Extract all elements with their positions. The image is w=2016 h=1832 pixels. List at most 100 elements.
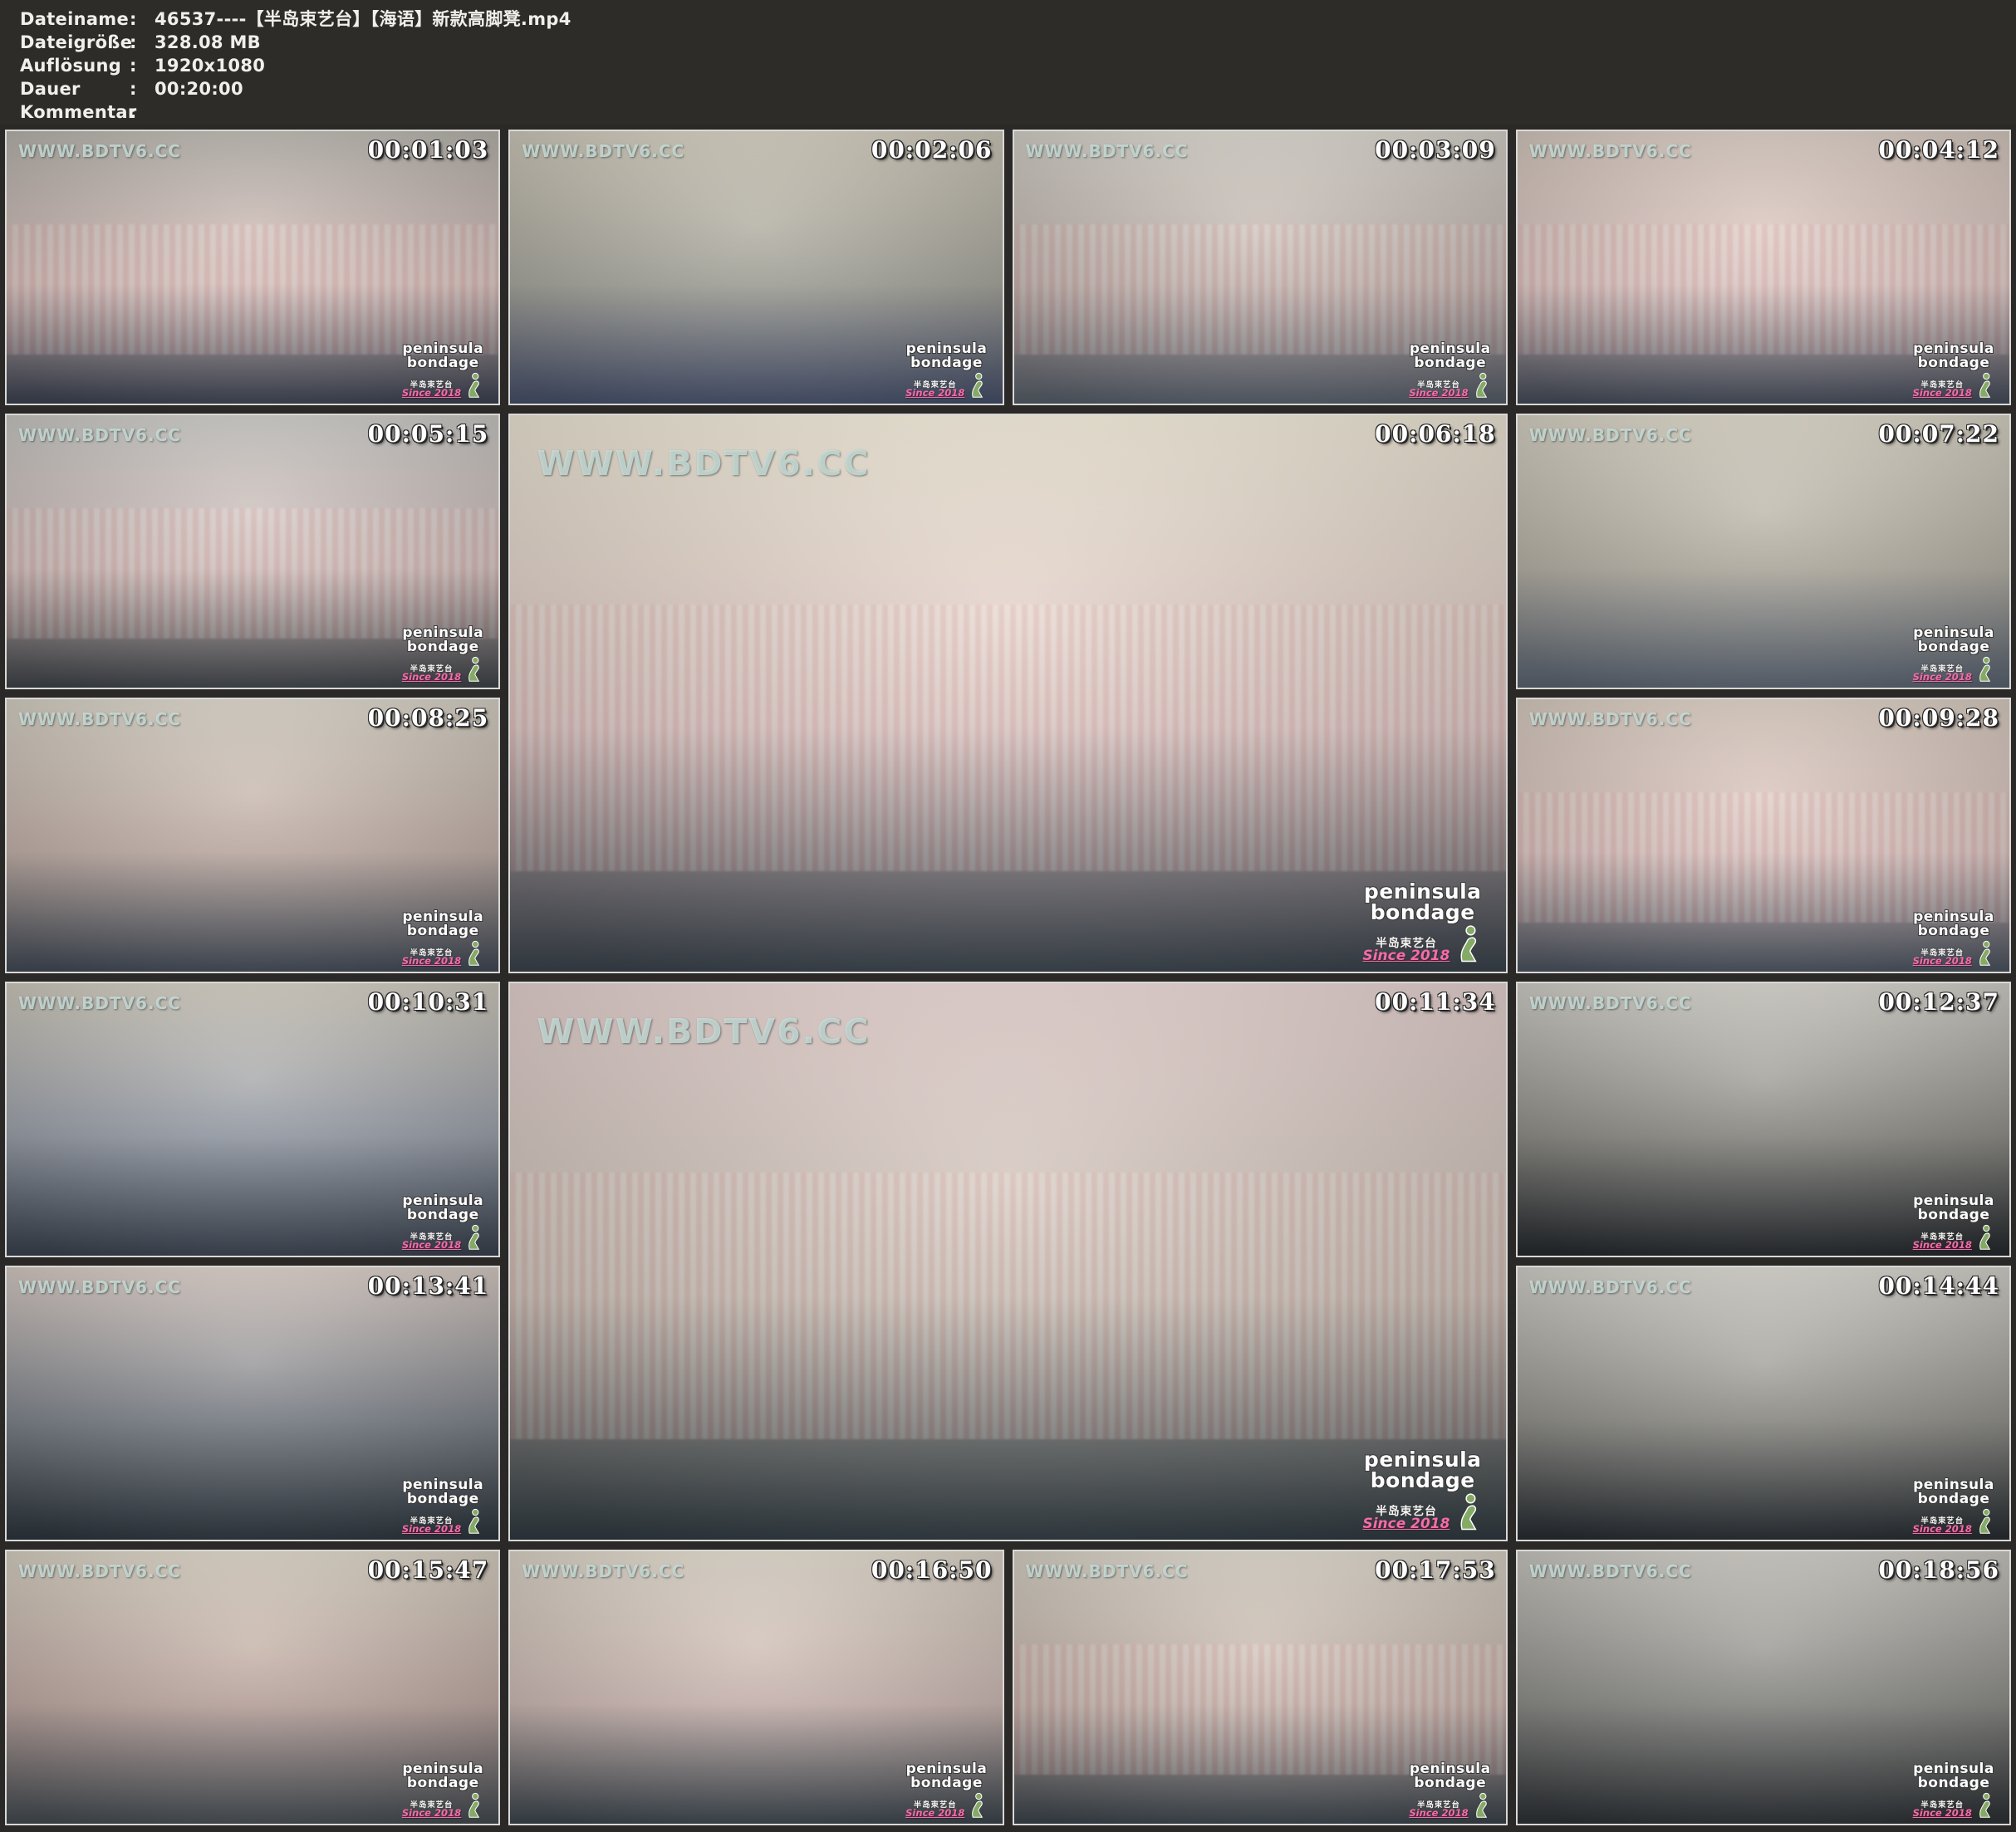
site-watermark-overlay: WWW.BDTV6.CC [522, 141, 684, 161]
brand-logo-since: Since 2018 [1913, 389, 1972, 399]
timestamp-overlay: 00:14:44 [1878, 1272, 1999, 1300]
brand-logo-line2: bondage [1905, 1492, 2003, 1506]
brand-logo-since: Since 2018 [1362, 1517, 1449, 1531]
brand-logo-overlay: peninsulabondage半岛束艺台Since 2018 [898, 342, 996, 399]
brand-logo-line1: peninsula [1350, 881, 1496, 903]
brand-logo-overlay: peninsulabondage半岛束艺台Since 2018 [1401, 342, 1499, 399]
kneeling-figure-icon [1974, 940, 1995, 967]
brand-logo-since: Since 2018 [1913, 1809, 1972, 1819]
site-watermark-overlay: WWW.BDTV6.CC [537, 443, 870, 483]
brand-logo-overlay: peninsulabondage半岛束艺台Since 2018 [1350, 1449, 1496, 1532]
timestamp-overlay: 00:13:41 [368, 1272, 489, 1300]
file-info-header: Dateiname:46537----【半岛束艺台】【海语】新款高脚凳.mp4 … [0, 0, 2016, 125]
kneeling-figure-icon [463, 1508, 484, 1535]
brand-logo-since: Since 2018 [402, 673, 461, 683]
kneeling-figure-icon [966, 1792, 988, 1819]
video-thumbnail: WWW.BDTV6.CC00:13:41peninsulabondage半岛束艺… [5, 1266, 500, 1541]
timestamp-overlay: 00:04:12 [1878, 136, 1999, 164]
timestamp-overlay: 00:18:56 [1878, 1556, 1999, 1584]
site-watermark-overlay: WWW.BDTV6.CC [1529, 1277, 1692, 1297]
brand-logo-line2: bondage [394, 924, 492, 938]
field-separator: : [130, 100, 155, 124]
timestamp-overlay: 00:09:28 [1878, 704, 1999, 732]
brand-logo-overlay: peninsulabondage半岛束艺台Since 2018 [394, 1762, 492, 1819]
brand-logo-since: Since 2018 [402, 1809, 461, 1819]
kneeling-figure-icon [1470, 372, 1492, 399]
brand-logo-overlay: peninsulabondage半岛束艺台Since 2018 [394, 342, 492, 399]
field-value: 1920x1080 [155, 54, 2016, 77]
brand-logo-line2: bondage [1905, 1208, 2003, 1222]
video-thumbnail: WWW.BDTV6.CC 00:18:56 peninsulabondage半岛束艺… [1516, 1550, 2011, 1825]
video-thumbnail: WWW.BDTV6.CC 00:02:06 peninsulabondage半岛束艺… [508, 130, 1003, 405]
field-label: Kommentar [20, 100, 130, 124]
video-thumbnail: WWW.BDTV6.CC00:15:47peninsulabondage半岛束艺… [5, 1550, 500, 1825]
field-separator: : [130, 31, 155, 54]
brand-logo-overlay: peninsulabondage半岛束艺台Since 2018 [1401, 1762, 1499, 1819]
brand-logo-since: Since 2018 [1409, 1809, 1468, 1819]
kneeling-figure-icon [1452, 924, 1484, 964]
video-thumbnail: WWW.BDTV6.CC00:12:37peninsulabondage半岛束艺… [1516, 982, 2011, 1257]
video-thumbnail: WWW.BDTV6.CC00:05:15peninsulabondage半岛束艺… [5, 414, 500, 689]
video-thumbnail: WWW.BDTV6.CC00:09:28peninsulabondage半岛束艺… [1516, 698, 2011, 973]
video-thumbnail: WWW.BDTV6.CC00:10:31peninsulabondage半岛束艺… [5, 982, 500, 1257]
kneeling-figure-icon [1974, 1224, 1995, 1251]
field-label: Dateigröße [20, 31, 130, 54]
site-watermark-overlay: WWW.BDTV6.CC [1026, 141, 1189, 161]
brand-logo-line2: bondage [394, 640, 492, 654]
brand-logo-line2: bondage [1905, 356, 2003, 370]
brand-logo-since: Since 2018 [1362, 949, 1449, 963]
brand-logo-line2: bondage [1350, 902, 1496, 923]
kneeling-figure-icon [1470, 1792, 1492, 1819]
field-separator: : [130, 77, 155, 100]
video-thumbnail: WWW.BDTV6.CC00:04:12peninsulabondage半岛束艺… [1516, 130, 2011, 405]
brand-logo-overlay: peninsulabondage半岛束艺台Since 2018 [1905, 342, 2003, 399]
site-watermark-overlay: WWW.BDTV6.CC [537, 1012, 870, 1051]
kneeling-figure-icon [1974, 1508, 1995, 1535]
brand-logo-line2: bondage [394, 1492, 492, 1506]
brand-logo-since: Since 2018 [1913, 1241, 1972, 1251]
brand-logo-overlay: peninsulabondage半岛束艺台Since 2018 [1905, 1762, 2003, 1819]
field-label: Auflösung [20, 54, 130, 77]
site-watermark-overlay: WWW.BDTV6.CC [18, 141, 181, 161]
site-watermark-overlay: WWW.BDTV6.CC [18, 993, 181, 1013]
video-thumbnail: WWW.BDTV6.CC00:07:22peninsulabondage半岛束艺… [1516, 414, 2011, 689]
brand-logo-line2: bondage [394, 1208, 492, 1222]
brand-logo-overlay: peninsulabondage半岛束艺台Since 2018 [394, 1478, 492, 1535]
timestamp-overlay: 00:08:25 [368, 704, 489, 732]
timestamp-overlay: 00:06:18 [1375, 420, 1496, 448]
site-watermark-overlay: WWW.BDTV6.CC [1529, 1561, 1692, 1581]
field-dateiname: Dateiname:46537----【半岛束艺台】【海语】新款高脚凳.mp4 [20, 7, 2016, 31]
brand-logo-since: Since 2018 [402, 1241, 461, 1251]
brand-logo-overlay: peninsulabondage半岛束艺台Since 2018 [394, 626, 492, 683]
video-thumbnail: WWW.BDTV6.CC00:01:03peninsulabondage半岛束艺… [5, 130, 500, 405]
field-kommentar: Kommentar: [20, 100, 2016, 124]
video-thumbnail: WWW.BDTV6.CC00:11:34peninsulabondage半岛束艺… [508, 982, 1508, 1541]
video-thumbnail: WWW.BDTV6.CC 00:14:44 peninsulabondage半岛束艺… [1516, 1266, 2011, 1541]
brand-logo-since: Since 2018 [905, 1809, 964, 1819]
kneeling-figure-icon [463, 656, 484, 683]
timestamp-overlay: 00:16:50 [871, 1556, 993, 1584]
field-value: 328.08 MB [155, 31, 2016, 54]
brand-logo-overlay: peninsulabondage半岛束艺台Since 2018 [1905, 1478, 2003, 1535]
field-separator: : [130, 7, 155, 31]
brand-logo-overlay: peninsulabondage半岛束艺台Since 2018 [1905, 910, 2003, 967]
brand-logo-line2: bondage [1905, 1776, 2003, 1790]
field-dauer: Dauer:00:20:00 [20, 77, 2016, 100]
kneeling-figure-icon [1974, 656, 1995, 683]
site-watermark-overlay: WWW.BDTV6.CC [1529, 993, 1692, 1013]
brand-logo-line2: bondage [1905, 640, 2003, 654]
timestamp-overlay: 00:17:53 [1375, 1556, 1496, 1584]
timestamp-overlay: 00:15:47 [368, 1556, 489, 1584]
timestamp-overlay: 00:10:31 [368, 988, 489, 1016]
brand-logo-line2: bondage [1905, 924, 2003, 938]
brand-logo-since: Since 2018 [1913, 957, 1972, 967]
field-dateigroesse: Dateigröße:328.08 MB [20, 31, 2016, 54]
kneeling-figure-icon [1452, 1492, 1484, 1532]
brand-logo-line2: bondage [1401, 356, 1499, 370]
contact-sheet: Dateiname:46537----【半岛束艺台】【海语】新款高脚凳.mp4 … [0, 0, 2016, 1832]
brand-logo-line2: bondage [1401, 1776, 1499, 1790]
field-value [155, 100, 2016, 124]
timestamp-overlay: 00:02:06 [871, 136, 993, 164]
brand-logo-since: Since 2018 [1913, 1525, 1972, 1535]
site-watermark-overlay: WWW.BDTV6.CC [522, 1561, 684, 1581]
